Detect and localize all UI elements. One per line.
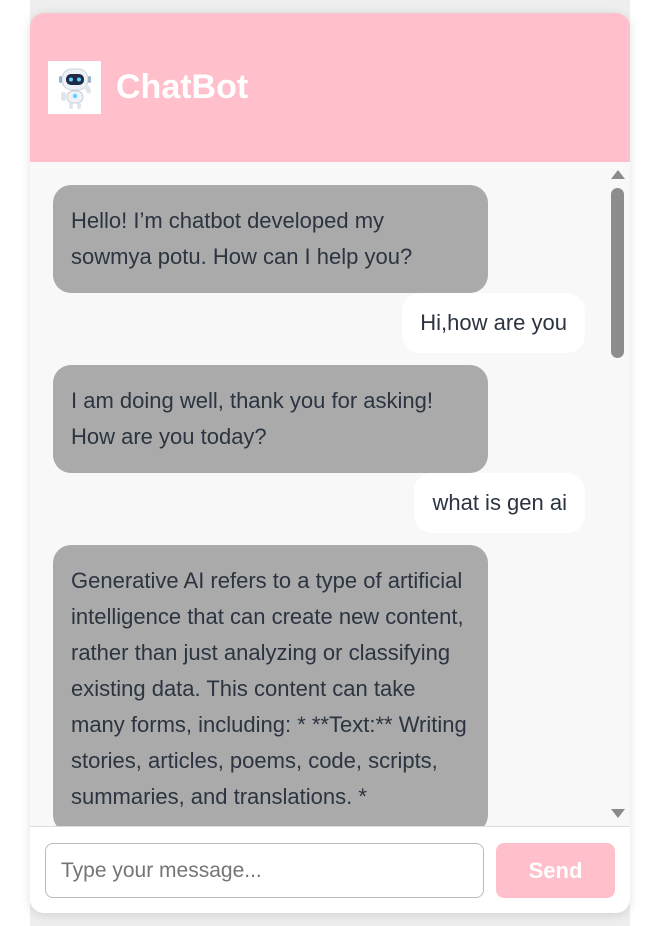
chat-header: ChatBot bbox=[30, 13, 630, 162]
send-button[interactable]: Send bbox=[496, 843, 615, 898]
chat-messages[interactable]: Hello! I’m chatbot developed my sowmya p… bbox=[30, 162, 630, 826]
chat-input-bar: Send bbox=[30, 826, 630, 913]
scrollbar[interactable] bbox=[608, 162, 626, 826]
scroll-up-arrow-icon[interactable] bbox=[611, 170, 625, 179]
user-message: what is gen ai bbox=[414, 473, 585, 533]
scrollbar-thumb[interactable] bbox=[611, 188, 624, 358]
bot-message: Generative AI refers to a type of artifi… bbox=[53, 545, 488, 826]
message-input[interactable] bbox=[45, 843, 484, 898]
chat-window: ChatBot Hello! I’m chatbot developed my … bbox=[30, 13, 630, 913]
robot-icon bbox=[48, 61, 101, 114]
scroll-down-arrow-icon[interactable] bbox=[611, 809, 625, 818]
user-message: Hi,how are you bbox=[402, 293, 585, 353]
bot-message: Hello! I’m chatbot developed my sowmya p… bbox=[53, 185, 488, 293]
chat-title: ChatBot bbox=[116, 68, 249, 106]
bot-message: I am doing well, thank you for asking! H… bbox=[53, 365, 488, 473]
